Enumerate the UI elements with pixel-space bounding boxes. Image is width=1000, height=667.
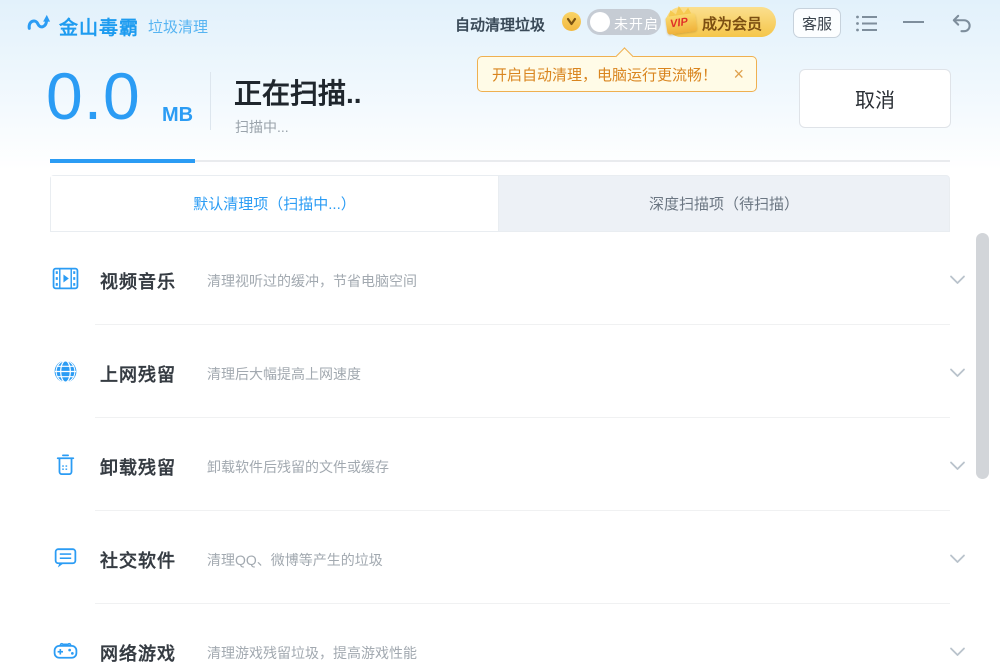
- chevron-down-icon[interactable]: [949, 459, 966, 477]
- scan-status-subtitle: 扫描中...: [235, 117, 289, 137]
- toggle-knob: [590, 12, 610, 32]
- list-item-social-software[interactable]: 社交软件 清理QQ、微博等产生的垃圾: [0, 511, 1000, 604]
- item-title: 卸载残留: [100, 454, 176, 480]
- hero-divider: [210, 72, 211, 130]
- item-description: 清理视听过的缓冲，节省电脑空间: [207, 271, 417, 291]
- social-software-icon: [52, 544, 79, 576]
- item-description: 清理游戏残留垃圾，提高游戏性能: [207, 643, 417, 663]
- tab-deep-scan-items[interactable]: 深度扫描项（待扫描）: [499, 176, 949, 231]
- scan-progress-fill: [50, 159, 195, 163]
- item-description: 清理QQ、微博等产生的垃圾: [207, 550, 383, 570]
- chevron-down-icon[interactable]: [949, 552, 966, 570]
- tab-deep-label: 深度扫描项（待扫描）: [649, 193, 799, 214]
- web-residue-icon: [52, 358, 79, 390]
- item-description: 卸载软件后残留的文件或缓存: [207, 457, 389, 477]
- item-title: 社交软件: [100, 547, 176, 573]
- junk-size-value: 0.0: [46, 58, 141, 134]
- video-music-icon: [52, 265, 79, 297]
- app-window: 金山毒霸 垃圾清理 自动清理垃圾 未开启 VIP 成为会员 客服: [0, 0, 1000, 667]
- customer-service-label: 客服: [802, 13, 832, 34]
- list-item-video-music[interactable]: 视频音乐 清理视听过的缓冲，节省电脑空间: [0, 232, 1000, 325]
- chevron-down-icon[interactable]: [949, 645, 966, 663]
- list-item-web-residue[interactable]: 上网残留 清理后大幅提高上网速度: [0, 325, 1000, 418]
- title-bar: 金山毒霸 垃圾清理 自动清理垃圾 未开启 VIP 成为会员 客服: [0, 0, 1000, 50]
- list-item-uninstall-residue[interactable]: 卸载残留 卸载软件后残留的文件或缓存: [0, 418, 1000, 511]
- cancel-button[interactable]: 取消: [799, 69, 951, 128]
- logo-swirl-icon: [26, 11, 52, 42]
- minimize-icon[interactable]: [903, 21, 924, 23]
- online-game-icon: [52, 637, 79, 667]
- scan-status-title: 正在扫描..: [234, 72, 362, 112]
- become-vip-label: 成为会员: [702, 13, 762, 34]
- customer-service-button[interactable]: 客服: [793, 8, 841, 38]
- list-item-online-game[interactable]: 网络游戏 清理游戏残留垃圾，提高游戏性能: [0, 604, 1000, 667]
- tooltip-text: 开启自动清理，电脑运行更流畅！: [492, 64, 717, 85]
- junk-size-unit: MB: [162, 104, 193, 127]
- brand-name: 金山毒霸: [59, 13, 139, 40]
- become-vip-button[interactable]: VIP 成为会员: [666, 7, 776, 37]
- item-title: 视频音乐: [100, 268, 176, 294]
- autoclean-label: 自动清理垃圾: [455, 14, 545, 35]
- chevron-down-icon[interactable]: [949, 273, 966, 291]
- uninstall-residue-icon: [52, 451, 79, 483]
- scrollbar-thumb[interactable]: [976, 233, 989, 479]
- vip-crown-icon: VIP: [660, 7, 699, 38]
- autoclean-tooltip: 开启自动清理，电脑运行更流畅！ ×: [477, 56, 757, 92]
- app-logo: 金山毒霸 垃圾清理: [26, 11, 208, 42]
- vip-dropdown-badge[interactable]: [562, 12, 581, 31]
- return-arrow-icon[interactable]: [950, 12, 974, 39]
- menu-list-icon[interactable]: [855, 14, 879, 38]
- tooltip-close-icon[interactable]: ×: [733, 65, 744, 83]
- autoclean-toggle[interactable]: 未开启: [587, 9, 661, 35]
- tab-bar: 默认清理项（扫描中...） 深度扫描项（待扫描）: [50, 175, 950, 232]
- vip-badge-text: VIP: [669, 16, 688, 30]
- tab-default-label: 默认清理项（扫描中...）: [193, 193, 356, 214]
- cancel-label: 取消: [855, 84, 895, 113]
- item-title: 网络游戏: [100, 640, 176, 666]
- module-name: 垃圾清理: [148, 16, 208, 37]
- chevron-down-icon[interactable]: [949, 366, 966, 384]
- item-description: 清理后大幅提高上网速度: [207, 364, 361, 384]
- toggle-state-label: 未开启: [614, 14, 659, 34]
- tab-default-clean-items[interactable]: 默认清理项（扫描中...）: [51, 176, 499, 231]
- item-title: 上网残留: [100, 361, 176, 387]
